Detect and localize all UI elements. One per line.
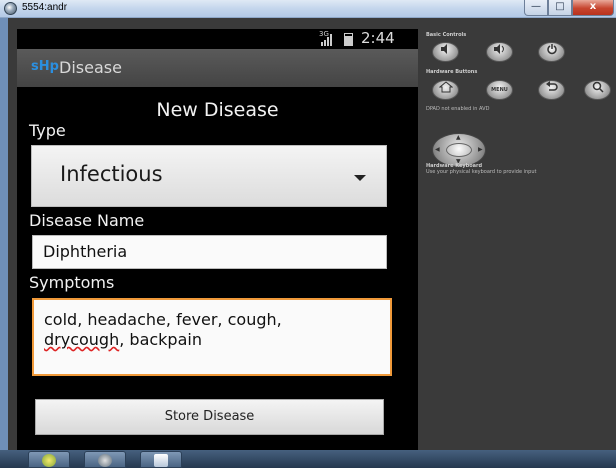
menu-button[interactable]: MENU	[486, 80, 513, 100]
emulator-app-icon	[4, 2, 17, 15]
battery-icon	[344, 33, 353, 46]
type-spinner[interactable]: Infectious	[31, 145, 387, 207]
back-icon	[545, 81, 558, 91]
disease-name-input[interactable]: Diphtheria	[32, 235, 387, 269]
hardware-buttons-label: Hardware Buttons	[426, 69, 478, 75]
status-bar: 3G 2:44	[17, 29, 418, 49]
symptoms-text-rest: , backpain	[119, 330, 202, 349]
symptoms-label: Symptoms	[29, 273, 115, 292]
dpad-right-icon: ▶	[478, 146, 483, 153]
volume-down-icon	[440, 44, 447, 54]
store-disease-button[interactable]: Store Disease	[35, 399, 384, 435]
hardware-keyboard-note: Use your physical keyboard to provide in…	[426, 169, 537, 175]
close-button[interactable]: x	[572, 0, 614, 16]
back-button[interactable]	[538, 80, 565, 100]
volume-up-icon	[493, 44, 504, 54]
misspelled-word: drycough	[44, 330, 120, 349]
taskbar-item-1[interactable]	[28, 451, 70, 468]
taskbar-item-2[interactable]	[84, 451, 126, 468]
dpad-center-button[interactable]	[446, 143, 472, 157]
windows-taskbar	[0, 450, 616, 468]
type-label: Type	[29, 121, 66, 140]
type-spinner-value: Infectious	[60, 162, 163, 186]
home-icon	[438, 81, 453, 93]
signal-icon	[321, 34, 332, 46]
action-bar: sHp Disease	[17, 49, 418, 87]
device-screen: 3G 2:44 sHp Disease New Disease Type Inf…	[17, 29, 418, 450]
search-icon	[592, 81, 604, 93]
search-button[interactable]	[584, 80, 611, 100]
symptoms-input[interactable]: cold, headache, fever, cough, drycough, …	[32, 298, 392, 376]
dpad-left-icon: ◀	[435, 146, 440, 153]
volume-down-button[interactable]	[432, 42, 459, 62]
window-title: 5554:andr	[22, 2, 68, 13]
window-titlebar: 5554:andr — □ x	[0, 0, 616, 18]
emulator-controls-panel: Basic Controls Hardware Buttons MENU DPA…	[418, 29, 611, 450]
form-heading: New Disease	[156, 99, 279, 121]
power-button[interactable]	[538, 42, 565, 62]
dpad-up-icon: ▲	[456, 134, 461, 141]
taskbar-item-3[interactable]	[140, 451, 182, 468]
dpad-disabled-label: DPAD not enabled in AVD	[426, 106, 490, 112]
basic-controls-label: Basic Controls	[426, 32, 467, 38]
power-icon	[546, 44, 557, 55]
window-buttons: — □ x	[524, 0, 614, 16]
home-button[interactable]	[432, 80, 459, 100]
status-clock: 2:44	[361, 29, 395, 47]
taskbar-app-icon	[42, 454, 56, 467]
minimize-button[interactable]: —	[524, 0, 548, 16]
taskbar-document-icon	[154, 454, 168, 467]
app-title: Disease	[59, 58, 122, 77]
app-logo[interactable]: sHp	[31, 59, 59, 74]
disease-name-label: Disease Name	[29, 211, 145, 230]
symptoms-text-line1: cold, headache, fever, cough,	[44, 310, 282, 329]
volume-up-button[interactable]	[486, 42, 513, 62]
dropdown-arrow-icon	[354, 175, 366, 181]
maximize-button[interactable]: □	[548, 0, 572, 16]
taskbar-app-icon	[98, 454, 112, 467]
